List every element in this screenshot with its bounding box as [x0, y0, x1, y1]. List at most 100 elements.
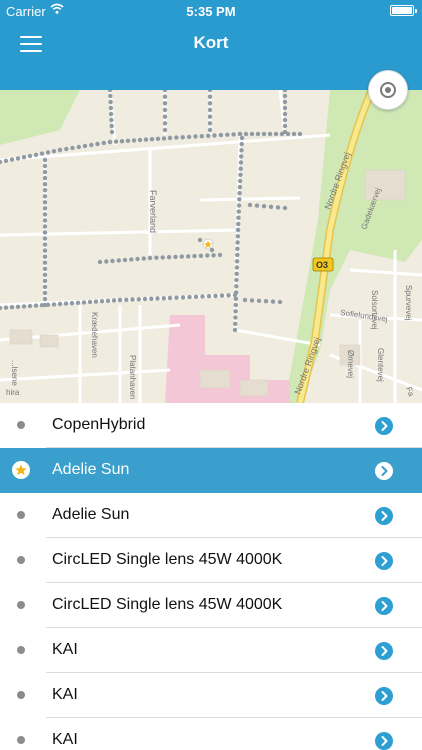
street-light-dot [42, 157, 48, 163]
street-light-dot [51, 302, 57, 307]
bullet-icon [17, 646, 25, 654]
street-light-dot [142, 296, 148, 302]
fixture-list: CopenHybrid Adelie Sun Adelie Sun CircLE… [0, 403, 422, 750]
street-light-dot [42, 188, 48, 193]
list-item[interactable]: KAI [0, 628, 422, 673]
street-light-dot [21, 155, 27, 160]
street-light-dot [76, 144, 82, 150]
street-light-dot [130, 297, 135, 302]
street-light-dot [21, 304, 27, 309]
chevron-right-icon[interactable] [375, 687, 393, 705]
street-light-dot [129, 257, 134, 262]
street-light-dot [161, 136, 167, 141]
street-light-dot [147, 255, 153, 261]
street-light-dot [27, 303, 33, 309]
street-light-dot [239, 154, 244, 159]
chevron-right-icon[interactable] [375, 597, 393, 615]
street-light-dot [239, 148, 244, 153]
chevron-right-icon[interactable] [375, 642, 393, 660]
street-light-dot [97, 259, 103, 265]
street-light-dot [0, 305, 3, 311]
street-light-dot [256, 298, 262, 303]
map-label-lensvej: ...lsene [10, 360, 19, 386]
street-light-dot [116, 258, 122, 263]
street-light-dot [39, 303, 45, 308]
street-light-dot [15, 304, 21, 309]
list-item[interactable]: KAI [0, 718, 422, 750]
street-light-dot [108, 99, 113, 105]
street-light-dot [125, 138, 131, 143]
street-light-dot [109, 123, 114, 129]
street-light-dot [199, 134, 204, 139]
street-light-dot [42, 200, 48, 205]
street-light-dot [270, 299, 276, 304]
street-light-dot [81, 300, 87, 305]
street-light-dot [162, 127, 168, 133]
street-light-dot [233, 309, 238, 314]
star-icon [12, 461, 30, 479]
street-light-dot [136, 297, 141, 302]
street-light-dot [162, 107, 168, 113]
chevron-right-icon[interactable] [375, 462, 393, 480]
chevron-right-icon[interactable] [375, 732, 393, 750]
list-item[interactable]: KAI [0, 673, 422, 718]
street-light-dot [143, 137, 149, 142]
list-item-selected[interactable]: Adelie Sun [0, 448, 422, 493]
street-light-dot [282, 99, 288, 105]
chevron-right-icon[interactable] [375, 507, 393, 525]
street-light-dot [173, 254, 178, 260]
list-item[interactable]: CopenHybrid [0, 403, 422, 448]
street-light-dot [225, 132, 230, 137]
street-light-dot [233, 321, 238, 326]
street-light-dot [119, 139, 125, 144]
street-light-dot [234, 265, 240, 270]
street-light-dot [282, 117, 288, 123]
street-light-dot [42, 206, 48, 211]
street-light-dot [167, 295, 173, 301]
clock: 5:35 PM [186, 4, 236, 19]
street-light-dot [179, 254, 184, 259]
street-light-dot [233, 296, 239, 301]
street-light-dot [149, 296, 154, 301]
street-light-dot [105, 298, 111, 303]
list-item[interactable]: CircLED Single lens 45W 4000K [0, 538, 422, 583]
street-light-dot [42, 248, 48, 253]
street-light-dot [42, 254, 48, 259]
fixture-marker[interactable] [202, 238, 214, 250]
street-light-dot [193, 294, 199, 299]
street-light-dot [42, 169, 48, 175]
list-item-label: Adelie Sun [52, 461, 130, 478]
street-light-dot [42, 218, 48, 223]
map-view[interactable]: Farverland Nordre Ringvej Nordre Ringvej… [0, 90, 422, 403]
street-light-dot [160, 255, 165, 260]
list-item[interactable]: CircLED Single lens 45W 4000K [0, 583, 422, 628]
map-label-kraedehaven: Krædehaven [90, 312, 99, 358]
street-light-dot [101, 140, 107, 146]
list-item[interactable]: Adelie Sun [0, 493, 422, 538]
street-light-dot [238, 166, 243, 171]
bullet-icon [17, 421, 25, 429]
street-light-dot [237, 184, 243, 190]
locate-me-button[interactable] [368, 70, 408, 110]
street-light-dot [70, 145, 75, 151]
street-light-dot [282, 129, 288, 135]
street-light-dot [162, 90, 168, 93]
street-light-dot [237, 191, 242, 196]
street-light-dot [39, 151, 45, 156]
street-light-dot [27, 153, 33, 159]
chevron-right-icon[interactable] [375, 417, 393, 435]
bullet-icon [17, 601, 25, 609]
street-light-dot [9, 157, 15, 162]
street-light-dot [42, 230, 48, 235]
street-light-dot [254, 203, 260, 208]
street-light-dot [42, 296, 48, 302]
map-label-fa: Fa [404, 386, 416, 398]
street-light-dot [187, 294, 192, 300]
chevron-right-icon[interactable] [375, 552, 393, 570]
street-light-dot [166, 255, 172, 260]
street-light-dot [232, 327, 238, 333]
map-label-solsortevej: Solsortevej [370, 290, 379, 330]
street-light-dot [42, 224, 48, 229]
street-light-dot [249, 298, 255, 303]
street-light-dot [42, 236, 48, 241]
